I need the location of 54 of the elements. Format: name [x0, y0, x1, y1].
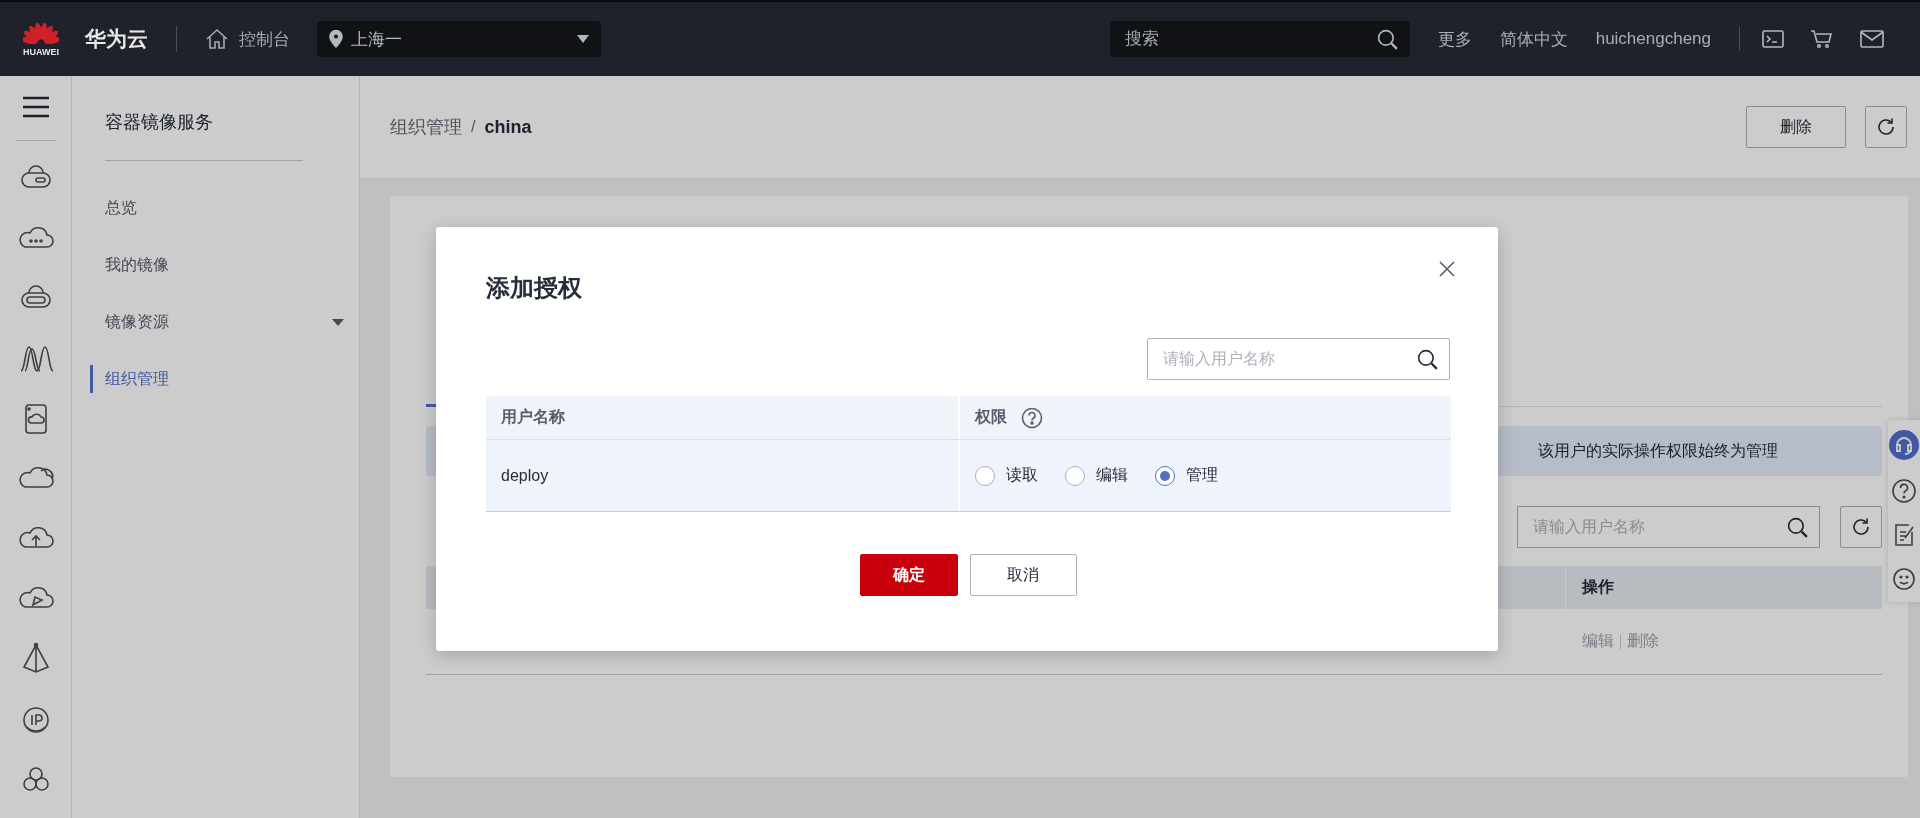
breadcrumb-separator: /	[471, 118, 476, 136]
search-icon[interactable]	[1375, 28, 1398, 50]
menu-item[interactable]: 组织管理	[72, 351, 359, 408]
petal-logo-icon	[23, 21, 59, 46]
smiley-icon[interactable]	[1891, 566, 1917, 592]
site-title: 华为云	[85, 26, 148, 52]
column-header: 操作	[1565, 566, 1882, 609]
location-pin-icon	[329, 30, 343, 48]
region-select[interactable]: 上海一	[317, 21, 601, 57]
breadcrumb-current: china	[484, 116, 532, 138]
radio-option[interactable]: 管理	[1155, 465, 1218, 486]
headset-icon[interactable]	[1889, 430, 1919, 460]
search-field[interactable]: 搜索	[1109, 21, 1410, 57]
menu-item[interactable]: 我的镜像	[72, 237, 359, 294]
home-icon	[205, 28, 229, 50]
menu-icon[interactable]	[21, 96, 50, 118]
logo[interactable]: HUAWEI	[19, 21, 63, 57]
delete-button[interactable]: 删除	[1746, 106, 1846, 148]
refresh-button[interactable]	[1840, 506, 1882, 548]
column-header: 权限	[975, 407, 1007, 427]
nav-link[interactable]: 更多	[1437, 27, 1472, 51]
caret-icon	[577, 35, 589, 43]
refresh-icon[interactable]	[1850, 516, 1872, 538]
brand-name: HUAWEI	[23, 46, 59, 57]
help-icon[interactable]	[1891, 478, 1917, 504]
refresh-button[interactable]	[1865, 106, 1907, 148]
search-field[interactable]: 请输入用户名称	[1517, 506, 1820, 548]
radio-button[interactable]	[975, 465, 995, 486]
menu-item[interactable]: 总览	[72, 180, 359, 237]
radio-option[interactable]: 编辑	[1065, 465, 1128, 486]
terminal-icon[interactable]	[1762, 30, 1784, 48]
mail-icon[interactable]	[1860, 30, 1884, 48]
radio-option[interactable]: 读取	[975, 465, 1038, 486]
confirm-button[interactable]: 确定	[859, 554, 958, 596]
search-icon[interactable]	[1786, 516, 1808, 538]
cancel-button[interactable]: 取消	[969, 554, 1077, 596]
menu-item[interactable]: 镜像资源	[72, 294, 359, 351]
search-field[interactable]: 请输入用户名称	[1147, 338, 1450, 380]
cart-icon[interactable]	[1810, 29, 1834, 49]
refresh-icon[interactable]	[1875, 116, 1897, 138]
username-link[interactable]: huichengcheng	[1595, 29, 1711, 49]
help-icon[interactable]	[1021, 406, 1043, 429]
service-title: 容器镜像服务	[105, 111, 214, 134]
radio-button[interactable]	[1065, 465, 1085, 486]
breadcrumb-link[interactable]: 组织管理	[390, 115, 462, 139]
search-icon[interactable]	[1416, 348, 1438, 370]
radio-button[interactable]	[1155, 465, 1175, 486]
table-cell: deploy	[501, 466, 549, 485]
notice-text: 该用户的实际操作权限始终为管理	[1538, 440, 1778, 461]
dialog-title: 添加授权	[486, 273, 582, 303]
close-icon[interactable]	[1438, 260, 1456, 278]
nav-link[interactable]: 简体中文	[1499, 27, 1568, 51]
caret-icon[interactable]	[332, 319, 344, 326]
console-link[interactable]: 控制台	[205, 27, 290, 51]
